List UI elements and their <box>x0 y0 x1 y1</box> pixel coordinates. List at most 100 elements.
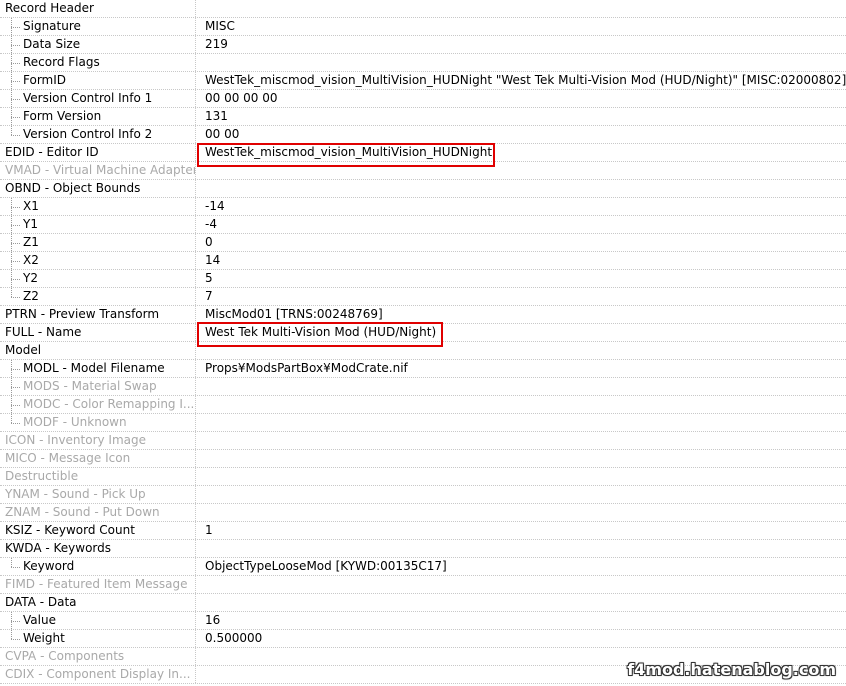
field-value-cell: 16 <box>205 613 221 627</box>
tree-connector-branch <box>11 297 20 298</box>
tree-row[interactable]: Record Header <box>0 0 846 18</box>
tree-row[interactable]: MODL - Model Filename Props¥ModsPartBox¥M… <box>0 360 846 378</box>
field-name-cell: FULL - Name <box>0 324 196 341</box>
field-name-label: CVPA - Components <box>5 649 125 663</box>
field-value-cell: 7 <box>205 289 213 303</box>
field-value-cell <box>205 54 846 71</box>
tree-row[interactable]: Z1 0 <box>0 234 846 252</box>
tree-row[interactable]: FIMD - Featured Item Message <box>0 576 846 594</box>
tree-row[interactable]: Signature MISC <box>0 18 846 36</box>
tree-row[interactable]: X1 -14 <box>0 198 846 216</box>
tree-connector-branch <box>11 63 20 64</box>
field-name-label: X1 <box>23 199 39 213</box>
field-name-label: FormID <box>23 73 67 87</box>
tree-row[interactable]: Value 16 <box>0 612 846 630</box>
field-name-label: Data Size <box>23 37 81 51</box>
field-value-cell: 0 <box>205 235 213 249</box>
field-name-cell: Record Flags <box>0 54 196 71</box>
tree-row[interactable]: Data Size 219 <box>0 36 846 54</box>
field-value-cell <box>205 576 846 593</box>
field-name-cell: PTRN - Preview Transform <box>0 306 196 323</box>
field-name-label: Y1 <box>23 217 38 231</box>
field-value-cell: 5 <box>205 271 213 285</box>
tree-row[interactable]: ZNAM - Sound - Put Down <box>0 504 846 522</box>
field-name-cell: Record Header <box>0 0 196 17</box>
tree-row[interactable]: KWDA - Keywords <box>0 540 846 558</box>
field-name-cell: Signature <box>0 18 196 35</box>
tree-row[interactable]: Keyword ObjectTypeLooseMod [KYWD:00135C17… <box>0 558 846 576</box>
field-name-label: MICO - Message Icon <box>5 451 131 465</box>
field-name-label: OBND - Object Bounds <box>5 181 141 195</box>
tree-row[interactable]: MODF - Unknown <box>0 414 846 432</box>
field-name-label: MODL - Model Filename <box>23 361 165 375</box>
tree-row[interactable]: ICON - Inventory Image <box>0 432 846 450</box>
field-value-cell: WestTek_miscmod_vision_MultiVision_HUDNi… <box>205 73 846 87</box>
field-value-cell <box>205 450 846 467</box>
tree-connector-branch <box>11 99 20 100</box>
field-value-cell: 131 <box>205 109 228 123</box>
watermark: f4mod.hatenablog.com <box>627 660 836 679</box>
field-name-label: Keyword <box>23 559 75 573</box>
field-value-cell: 219 <box>205 37 228 51</box>
field-name-cell: Y1 <box>0 216 196 233</box>
field-name-cell: FormID <box>0 72 196 89</box>
tree-row[interactable]: OBND - Object Bounds <box>0 180 846 198</box>
tree-connector-branch <box>11 639 20 640</box>
tree-row[interactable]: Y2 5 <box>0 270 846 288</box>
tree-row[interactable]: Version Control Info 2 00 00 <box>0 126 846 144</box>
field-name-cell: DATA - Data <box>0 594 196 611</box>
field-name-label: Form Version <box>23 109 102 123</box>
tree-row[interactable]: MODC - Color Remapping I... <box>0 396 846 414</box>
tree-row[interactable]: MICO - Message Icon <box>0 450 846 468</box>
tree-row[interactable]: Weight 0.500000 <box>0 630 846 648</box>
field-name-cell: Value <box>0 612 196 629</box>
field-name-label: EDID - Editor ID <box>5 145 99 159</box>
tree-row[interactable]: Version Control Info 1 00 00 00 00 <box>0 90 846 108</box>
tree-row[interactable]: DATA - Data <box>0 594 846 612</box>
field-name-label: MODC - Color Remapping I... <box>23 397 195 411</box>
field-name-cell: Z2 <box>0 288 196 305</box>
field-name-cell: MODC - Color Remapping I... <box>0 396 196 413</box>
field-name-label: ICON - Inventory Image <box>5 433 147 447</box>
tree-connector-line <box>11 558 12 567</box>
tree-row[interactable]: MODS - Material Swap <box>0 378 846 396</box>
field-name-cell: FIMD - Featured Item Message <box>0 576 196 593</box>
tree-connector-line <box>11 630 12 639</box>
tree-row[interactable]: Z2 7 <box>0 288 846 306</box>
field-name-cell: Destructible <box>0 468 196 485</box>
field-value-cell <box>205 180 846 197</box>
tree-row[interactable]: KSIZ - Keyword Count 1 <box>0 522 846 540</box>
field-name-label: Signature <box>23 19 81 33</box>
field-name-cell: X1 <box>0 198 196 215</box>
tree-connector-branch <box>11 207 20 208</box>
field-name-label: Weight <box>23 631 65 645</box>
field-value-cell <box>205 414 846 431</box>
field-value-cell <box>205 486 846 503</box>
tree-connector-branch <box>11 135 20 136</box>
tree-row[interactable]: Y1 -4 <box>0 216 846 234</box>
tree-row[interactable]: Form Version 131 <box>0 108 846 126</box>
tree-connector-branch <box>11 423 20 424</box>
field-name-label: Version Control Info 1 <box>23 91 153 105</box>
tree-connector-line <box>11 126 12 135</box>
tree-connector-branch <box>11 387 20 388</box>
tree-row[interactable]: Destructible <box>0 468 846 486</box>
field-value-cell: 14 <box>205 253 221 267</box>
field-name-label: DATA - Data <box>5 595 77 609</box>
field-name-cell: MODS - Material Swap <box>0 378 196 395</box>
field-name-label: CDIX - Component Display In... <box>5 667 191 681</box>
tree-row[interactable]: Record Flags <box>0 54 846 72</box>
field-value-cell: 1 <box>205 523 213 537</box>
tree-connector-branch <box>11 261 20 262</box>
field-value-cell: ObjectTypeLooseMod [KYWD:00135C17] <box>205 559 447 573</box>
field-name-cell: KSIZ - Keyword Count <box>0 522 196 539</box>
tree-row[interactable]: FormID WestTek_miscmod_vision_MultiVision… <box>0 72 846 90</box>
tree-row[interactable]: YNAM - Sound - Pick Up <box>0 486 846 504</box>
tree-row[interactable]: X2 14 <box>0 252 846 270</box>
field-name-cell: Version Control Info 1 <box>0 90 196 107</box>
tree-connector-branch <box>11 225 20 226</box>
field-name-cell: MICO - Message Icon <box>0 450 196 467</box>
field-value-cell <box>205 0 846 17</box>
field-name-cell: ICON - Inventory Image <box>0 432 196 449</box>
field-name-cell: X2 <box>0 252 196 269</box>
